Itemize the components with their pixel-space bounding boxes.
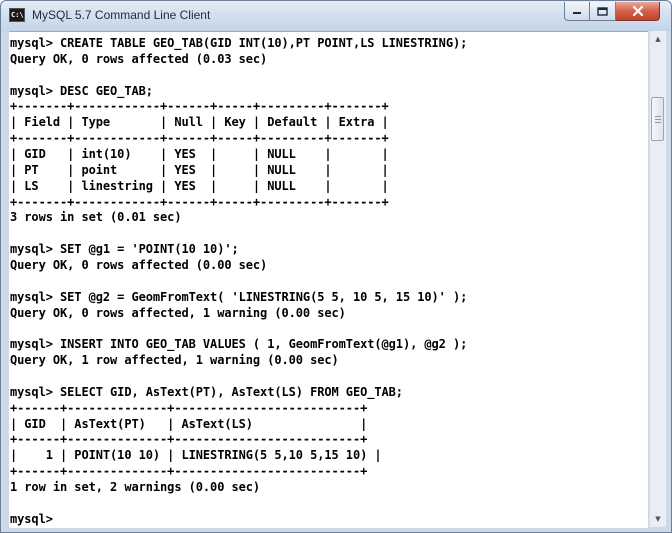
maximize-icon [597, 6, 608, 16]
console-line: mysql> SET @g2 = GeomFromText( 'LINESTRI… [10, 289, 468, 304]
console-line: +------+--------------+-----------------… [10, 432, 368, 447]
console-line: +------+--------------+-----------------… [10, 464, 368, 479]
console-line: Query OK, 0 rows affected (0.00 sec) [10, 258, 268, 273]
console-line: | GID | AsText(PT) | AsText(LS) | [10, 416, 368, 431]
console-line: | GID | int(10) | YES | | NULL | | [10, 147, 389, 162]
console-line: +------+--------------+-----------------… [10, 400, 368, 415]
console-line: mysql> SET @g1 = 'POINT(10 10)'; [10, 242, 239, 257]
scrollbar-thumb[interactable] [651, 97, 664, 141]
mysql-client-window: C:\ MySQL 5.7 Command Line Client mysql>… [0, 0, 672, 533]
scroll-down-arrow-icon[interactable]: ▼ [650, 511, 666, 527]
console-line: 3 rows in set (0.01 sec) [10, 210, 182, 225]
console-line: mysql> INSERT INTO GEO_TAB VALUES ( 1, G… [10, 337, 468, 352]
grip-line [655, 116, 661, 117]
console-line: mysql> DESC GEO_TAB; [10, 83, 153, 98]
console-lines: mysql> CREATE TABLE GEO_TAB(GID INT(10),… [10, 36, 467, 528]
maximize-button[interactable] [590, 2, 616, 21]
grip-line [655, 119, 661, 120]
console-line: mysql> CREATE TABLE GEO_TAB(GID INT(10),… [10, 36, 468, 50]
console-icon[interactable]: C:\ [9, 8, 25, 22]
grip-line [655, 122, 661, 123]
close-icon [632, 6, 643, 16]
console-line: +-------+------------+------+-----+-----… [10, 99, 389, 114]
console-line: Query OK, 0 rows affected, 1 warning (0.… [10, 305, 346, 320]
console-line: mysql> [10, 511, 53, 526]
console-line: +-------+------------+------+-----+-----… [10, 131, 389, 146]
console-line: +-------+------------+------+-----+-----… [10, 194, 389, 209]
minimize-button[interactable] [564, 2, 590, 21]
scroll-up-arrow-icon[interactable]: ▲ [650, 31, 666, 47]
console-line: mysql> SELECT GID, AsText(PT), AsText(LS… [10, 384, 403, 399]
console-line: | PT | point | YES | | NULL | | [10, 162, 389, 177]
minimize-icon [573, 12, 581, 14]
title-bar[interactable]: C:\ MySQL 5.7 Command Line Client [1, 1, 671, 31]
console-line: | Field | Type | Null | Key | Default | … [10, 115, 389, 130]
console-line: | 1 | POINT(10 10) | LINESTRING(5 5,10 5… [10, 448, 382, 463]
console-line: Query OK, 0 rows affected (0.03 sec) [10, 51, 268, 66]
window-title: MySQL 5.7 Command Line Client [32, 8, 211, 22]
close-button[interactable] [616, 2, 660, 21]
console-line: | LS | linestring | YES | | NULL | | [10, 178, 389, 193]
console-line: Query OK, 1 row affected, 1 warning (0.0… [10, 353, 339, 368]
vertical-scrollbar[interactable]: ▲ ▼ [649, 31, 666, 527]
console-output[interactable]: mysql> CREATE TABLE GEO_TAB(GID INT(10),… [9, 31, 648, 528]
console-line: 1 row in set, 2 warnings (0.00 sec) [10, 480, 261, 495]
